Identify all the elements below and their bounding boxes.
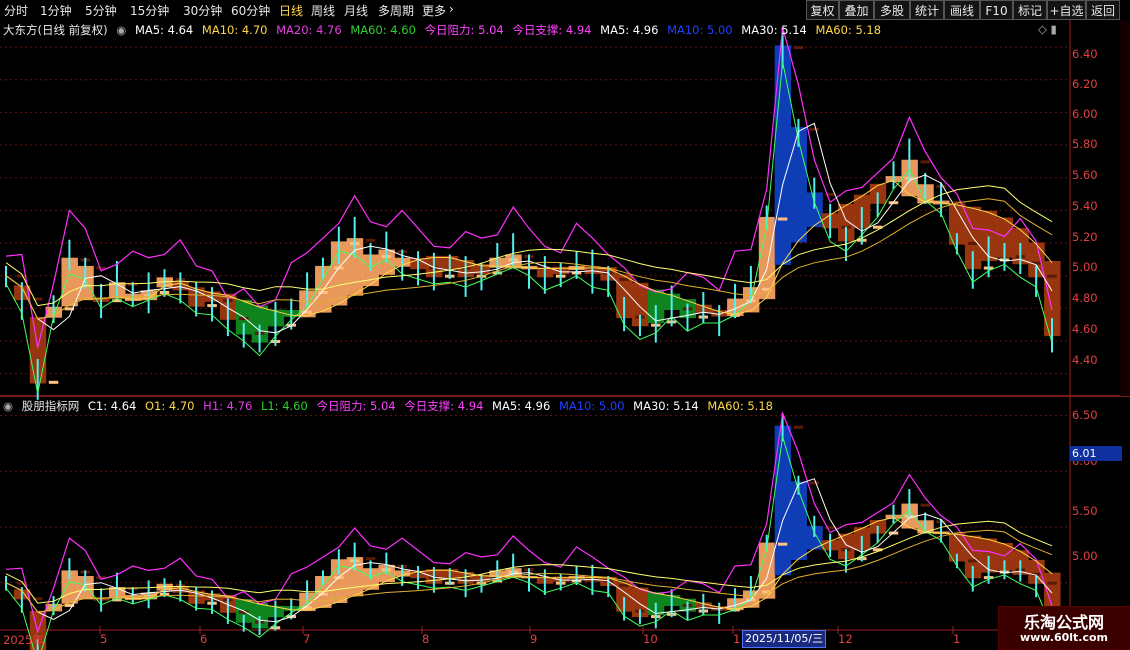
ytick: 5.60 (1072, 168, 1098, 182)
draw-line-button[interactable]: 画线 (944, 0, 980, 20)
p2-item-9: MA60: 5.18 (707, 399, 773, 413)
p2-item-4: 今日阻力: 5.04 (316, 399, 396, 413)
panel1-legend: 大东方(日线 前复权) ◉ MA5: 4.64 MA10: 4.70 MA20:… (3, 22, 886, 38)
stair-step (809, 127, 820, 131)
current-price-tag: 6.01 (1070, 446, 1122, 461)
stair-step (365, 557, 376, 561)
stair-step (365, 238, 376, 242)
p1-item-7: MA10: 5.00 (667, 23, 733, 37)
ytick: 6.00 (1072, 107, 1098, 121)
p2-item-3: L1: 4.60 (260, 399, 308, 413)
ytick: 5.40 (1072, 199, 1098, 213)
tf-15min[interactable]: 15分钟 (130, 2, 169, 19)
xaxis-label: 7 (303, 632, 311, 646)
support-line (5, 436, 1053, 650)
xaxis-label: 2025年 (3, 633, 44, 647)
diamond-icon[interactable]: ◇ ▮ (1038, 22, 1057, 36)
toolbar: 分时 1分钟 5分钟 15分钟 30分钟 60分钟 日线 周线 月线 多周期 更… (0, 0, 1130, 20)
settings-circle-icon[interactable]: ◉ (116, 23, 126, 37)
ytick: 5.20 (1072, 230, 1098, 244)
stock-title: 大东方(日线 前复权) (3, 23, 108, 37)
ytick: 5.50 (1072, 504, 1098, 518)
watermark-logo: 乐淘公式网 www.60lt.com (998, 606, 1130, 650)
tf-multi[interactable]: 多周期 (378, 2, 414, 19)
p1-item-4: 今日阻力: 5.04 (424, 23, 504, 37)
stair-step (777, 217, 788, 221)
xaxis-label: 1 (733, 632, 741, 646)
ytick: 6.50 (1072, 408, 1098, 422)
p2-item-8: MA30: 5.14 (633, 399, 699, 413)
ytick: 5.80 (1072, 137, 1098, 151)
watermark-url: www.60lt.com (1019, 631, 1109, 644)
cursor-date-box: 2025/11/05/三 (742, 630, 827, 648)
chevron-right-icon: › (449, 2, 454, 16)
ytick: 5.00 (1072, 549, 1098, 563)
settings-circle-icon[interactable]: ◉ (3, 399, 13, 413)
p1-item-5: 今日支撑: 4.94 (512, 23, 592, 37)
stair-step (793, 46, 804, 50)
p1-item-2: MA20: 4.76 (276, 23, 342, 37)
kline-chart[interactable] (0, 0, 1130, 650)
tf-30min[interactable]: 30分钟 (183, 2, 222, 19)
xaxis-label: 6 (200, 632, 208, 646)
stair-step (619, 277, 629, 281)
panel2-legend: ◉ 股朋指标网 C1: 4.64 O1: 4.70 H1: 4.76 L1: 4… (3, 398, 778, 414)
p2-item-2: H1: 4.76 (203, 399, 253, 413)
ytick: 5.00 (1072, 260, 1098, 274)
p1-item-9: MA60: 5.18 (815, 23, 882, 37)
p2-item-0: C1: 4.64 (87, 399, 137, 413)
xaxis-label: 1 (953, 632, 961, 646)
stair-step (920, 160, 930, 164)
ma10-line (5, 179, 1053, 320)
stats-button[interactable]: 统计 (910, 0, 944, 20)
xaxis-label: 10 (643, 632, 658, 646)
stair-step (777, 542, 788, 546)
multi-stock-button[interactable]: 多股 (874, 0, 910, 20)
p2-item-7: MA10: 5.00 (558, 399, 625, 413)
back-button[interactable]: 返回 (1086, 0, 1120, 20)
p1-item-6: MA5: 4.96 (600, 23, 659, 37)
tf-5min[interactable]: 5分钟 (85, 2, 117, 19)
ytick: 6.20 (1072, 77, 1098, 91)
p2-item-1: O1: 4.70 (145, 399, 195, 413)
stair-step (920, 503, 930, 507)
tf-60min[interactable]: 60分钟 (231, 2, 270, 19)
xaxis-label: 12 (838, 632, 853, 646)
side-info-column (1120, 20, 1130, 396)
ytick: 4.40 (1072, 353, 1098, 367)
tf-1min[interactable]: 1分钟 (40, 2, 72, 19)
xaxis-label: 5 (100, 632, 108, 646)
tf-daily[interactable]: 日线 (279, 2, 303, 19)
fuquan-button[interactable]: 复权 (806, 0, 839, 20)
ytick: 6.40 (1072, 47, 1098, 61)
tf-fenshi[interactable]: 分时 (4, 2, 28, 19)
tf-weekly[interactable]: 周线 (311, 2, 335, 19)
ytick: 4.80 (1072, 291, 1098, 305)
p1-item-0: MA5: 4.64 (135, 23, 194, 37)
overlay-button[interactable]: 叠加 (839, 0, 874, 20)
stair-step (968, 242, 978, 246)
tf-more[interactable]: 更多 (422, 2, 446, 19)
stair-step (793, 425, 804, 429)
stair-step (48, 380, 59, 384)
xaxis-label: 8 (422, 632, 430, 646)
p2-item-6: MA5: 4.96 (492, 399, 551, 413)
stair-step (1047, 581, 1057, 585)
watermark-title: 乐淘公式网 (1023, 613, 1104, 632)
xaxis-label: 9 (530, 632, 538, 646)
p2-item-5: 今日支撑: 4.94 (404, 399, 484, 413)
stair-step (318, 291, 328, 295)
p1-item-8: MA30: 5.14 (741, 23, 807, 37)
p1-item-3: MA60: 4.60 (350, 23, 416, 37)
stair-step (1047, 274, 1057, 278)
p1-item-1: MA10: 4.70 (201, 23, 268, 37)
add-watchlist-button[interactable]: +自选 (1047, 0, 1086, 20)
f10-button[interactable]: F10 (980, 0, 1013, 20)
ytick: 4.60 (1072, 322, 1098, 336)
stair-step (809, 481, 820, 485)
mark-button[interactable]: 标记 (1013, 0, 1047, 20)
indicator-title: 股朋指标网 (21, 399, 80, 413)
tf-monthly[interactable]: 月线 (344, 2, 368, 19)
panel2-yaxis: 6.50 6.00 5.50 5.00 (1070, 398, 1130, 630)
